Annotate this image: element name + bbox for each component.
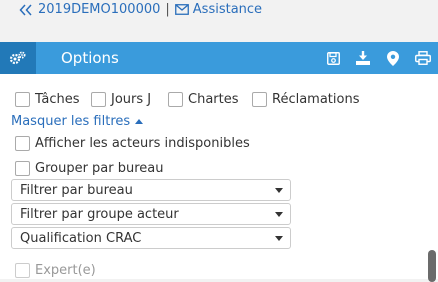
download-icon — [356, 51, 370, 65]
demo-link[interactable]: 2019DEMO100000 — [19, 2, 160, 17]
print-icon — [415, 51, 431, 65]
checkbox[interactable] — [15, 92, 30, 107]
checkbox[interactable] — [91, 92, 106, 107]
hide-filters-link[interactable]: Masquer les filtres — [11, 114, 144, 129]
caret-down-icon — [275, 212, 283, 217]
top-bar: 2019DEMO100000 | Assistance — [0, 0, 438, 42]
map-marker-icon — [387, 50, 399, 66]
category-jours-j[interactable]: Jours J — [91, 92, 168, 107]
select-value: Filtrer par bureau — [20, 182, 133, 198]
caret-down-icon — [275, 236, 283, 241]
option-label: Grouper par bureau — [35, 161, 164, 176]
panel-title: Options — [61, 49, 119, 67]
select-value: Filtrer par groupe acteur — [20, 206, 179, 222]
panel-header: Options — [0, 42, 438, 74]
caret-down-icon — [275, 188, 283, 193]
option-label: Afficher les acteurs indisponibles — [35, 136, 250, 151]
print-button[interactable] — [408, 42, 438, 74]
category-chartes[interactable]: Chartes — [168, 92, 252, 107]
settings-toggle[interactable] — [0, 42, 36, 74]
category-label: Réclamations — [272, 92, 360, 107]
scrollbar-thumb[interactable] — [428, 250, 436, 282]
gears-icon — [9, 51, 26, 65]
category-label: Tâches — [35, 92, 80, 107]
category-checkboxes: Tâches Jours J Chartes Réclamations — [15, 92, 359, 107]
location-button[interactable] — [378, 42, 408, 74]
category-reclamations[interactable]: Réclamations — [252, 92, 359, 107]
select-value: Qualification CRAC — [20, 230, 142, 246]
top-links: 2019DEMO100000 | Assistance — [19, 2, 262, 17]
link-separator: | — [165, 2, 170, 17]
checkbox[interactable] — [15, 136, 30, 151]
category-label: Jours J — [111, 92, 152, 107]
assistance-link[interactable]: Assistance — [174, 2, 263, 17]
demo-link-label: 2019DEMO100000 — [38, 2, 161, 17]
double-chevron-left-icon — [19, 3, 32, 16]
option-expert[interactable]: Expert(e) — [15, 263, 96, 278]
header-tools — [318, 42, 438, 74]
hide-filters-label: Masquer les filtres — [11, 114, 131, 129]
qualification-select[interactable]: Qualification CRAC — [11, 227, 291, 249]
save-icon — [326, 51, 340, 65]
assistance-link-label: Assistance — [192, 2, 263, 17]
checkbox[interactable] — [15, 161, 30, 176]
options-panel: Options Tâches Jours J Chartes Réclamati… — [0, 42, 438, 282]
actor-group-filter-select[interactable]: Filtrer par groupe acteur — [11, 203, 291, 225]
office-filter-select[interactable]: Filtrer par bureau — [11, 179, 291, 201]
option-unavailable-actors[interactable]: Afficher les acteurs indisponibles — [15, 136, 250, 151]
checkbox[interactable] — [252, 92, 267, 107]
checkbox[interactable] — [15, 263, 30, 278]
option-label: Expert(e) — [35, 263, 96, 278]
envelope-icon — [174, 4, 189, 15]
caret-up-icon — [135, 119, 144, 124]
category-label: Chartes — [188, 92, 239, 107]
checkbox[interactable] — [168, 92, 183, 107]
download-button[interactable] — [348, 42, 378, 74]
category-taches[interactable]: Tâches — [15, 92, 91, 107]
save-button[interactable] — [318, 42, 348, 74]
option-group-by-office[interactable]: Grouper par bureau — [15, 161, 164, 176]
